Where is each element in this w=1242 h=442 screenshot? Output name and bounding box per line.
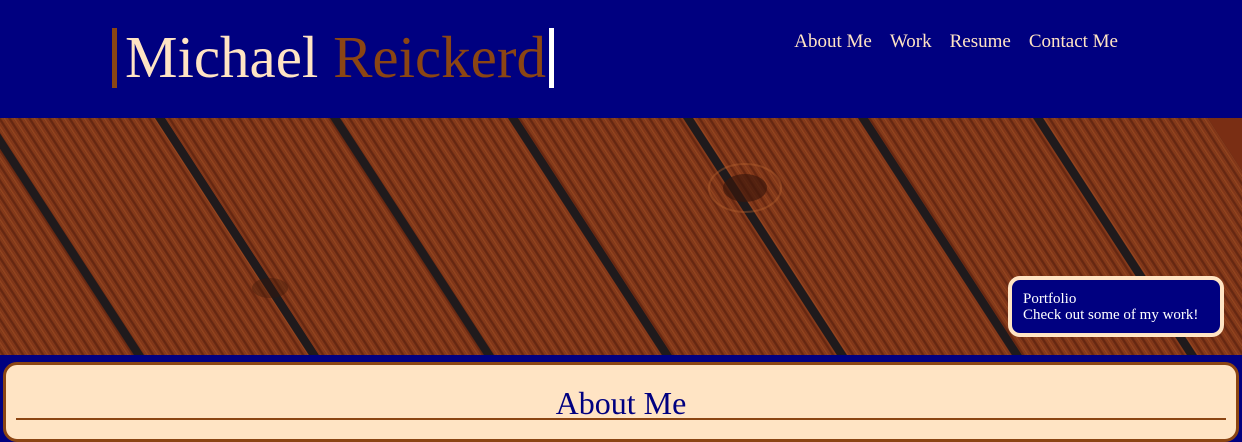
about-section: About Me — [3, 362, 1239, 442]
portfolio-callout-title: Portfolio — [1023, 291, 1077, 307]
nav-link-contact[interactable]: Contact Me — [1029, 31, 1118, 53]
main-nav: About Me Work Resume Contact Me — [794, 31, 1118, 53]
logo-last-name: Reickerd — [333, 24, 547, 90]
portfolio-callout[interactable]: Portfolio Check out some of my work! — [1008, 276, 1224, 337]
about-divider — [16, 418, 1226, 420]
about-heading: About Me — [555, 385, 687, 421]
nav-link-work[interactable]: Work — [890, 31, 932, 53]
nav-link-resume[interactable]: Resume — [950, 31, 1011, 53]
site-logo[interactable]: Michael Reickerd — [112, 28, 555, 88]
site-header: Michael Reickerd About Me Work Resume Co… — [0, 0, 1242, 118]
portfolio-callout-subtitle: Check out some of my work! — [1023, 307, 1199, 323]
logo-first-name: Michael — [125, 24, 319, 90]
nav-link-about[interactable]: About Me — [794, 31, 872, 53]
